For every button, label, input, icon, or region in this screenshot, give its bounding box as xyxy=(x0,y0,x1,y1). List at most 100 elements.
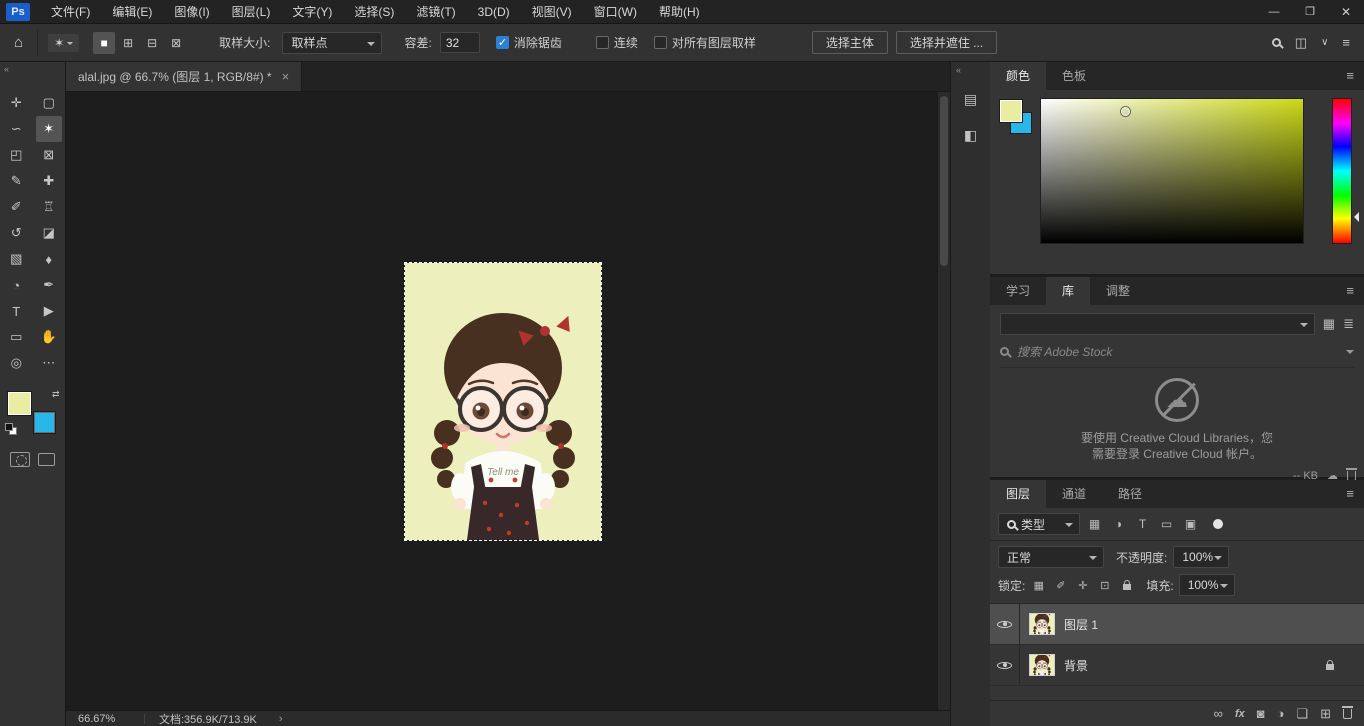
pixel-filter-icon[interactable]: ▦ xyxy=(1085,515,1104,534)
canvas-vertical-scrollbar[interactable] xyxy=(937,92,950,710)
workspace-chevron-icon[interactable]: ∨ xyxy=(1321,37,1328,48)
menu-layer[interactable]: 图层(L) xyxy=(221,0,282,24)
swap-colors-icon[interactable]: ⇄ xyxy=(52,389,60,400)
lock-artboard-icon[interactable]: ⊡ xyxy=(1096,577,1113,594)
tab-channels[interactable]: 通道 xyxy=(1046,480,1102,508)
shape-tool-icon[interactable]: ▭ xyxy=(0,324,33,350)
minimize-button[interactable]: — xyxy=(1256,0,1292,24)
type-tool-icon[interactable]: T xyxy=(0,298,33,324)
dodge-tool-icon[interactable]: ◔ xyxy=(0,272,33,298)
layer-name[interactable]: 背景 xyxy=(1064,657,1088,674)
lasso-tool-icon[interactable]: ∽ xyxy=(0,116,33,142)
menu-help[interactable]: 帮助(H) xyxy=(648,0,711,24)
grid-view-icon[interactable]: ▦ xyxy=(1323,316,1335,332)
menu-3d[interactable]: 3D(D) xyxy=(467,0,521,24)
layer-style-icon[interactable]: fx xyxy=(1235,708,1245,720)
shape-filter-icon[interactable]: ▭ xyxy=(1157,515,1176,534)
new-selection-icon[interactable]: ■ xyxy=(93,32,115,54)
tab-paths[interactable]: 路径 xyxy=(1102,480,1158,508)
magic-wand-tool-icon[interactable]: ✶ xyxy=(36,116,63,142)
crop-tool-icon[interactable]: ◰ xyxy=(0,142,33,168)
menu-file[interactable]: 文件(F) xyxy=(40,0,101,24)
restore-button[interactable]: ❐ xyxy=(1292,0,1328,24)
search-icon[interactable] xyxy=(1272,38,1281,47)
current-tool-preset[interactable]: ✶ xyxy=(48,34,79,52)
history-panel-icon[interactable]: ▤ xyxy=(959,87,983,111)
subtract-from-selection-icon[interactable]: ⊟ xyxy=(141,32,163,54)
type-filter-icon[interactable]: T xyxy=(1133,515,1152,534)
dock-collapse-icon[interactable]: « xyxy=(951,62,990,75)
zoom-tool-icon[interactable]: ◎ xyxy=(0,350,33,376)
blur-tool-icon[interactable]: ♦ xyxy=(33,246,66,272)
screen-mode-icon[interactable] xyxy=(38,453,55,466)
link-layers-icon[interactable]: ∞ xyxy=(1214,706,1223,721)
tab-swatches[interactable]: 色板 xyxy=(1046,62,1102,90)
clone-stamp-tool-icon[interactable]: ♖ xyxy=(33,194,66,220)
layer-row-background[interactable]: 背景 xyxy=(990,645,1364,686)
layer-thumbnail[interactable] xyxy=(1029,654,1055,676)
layer-row-layer1[interactable]: 图层 1 xyxy=(990,604,1364,645)
library-select-dropdown[interactable] xyxy=(1000,313,1315,335)
sample-size-dropdown[interactable]: 取样点 xyxy=(282,32,382,54)
home-icon[interactable]: ⌂ xyxy=(10,34,27,51)
delete-library-icon[interactable] xyxy=(1347,471,1356,481)
intersect-selection-icon[interactable]: ⊠ xyxy=(165,32,187,54)
library-search[interactable]: 搜索 Adobe Stock xyxy=(1000,343,1354,368)
tab-close-icon[interactable]: × xyxy=(282,69,290,84)
adjustment-filter-icon[interactable]: ◑ xyxy=(1109,515,1128,534)
eraser-tool-icon[interactable]: ◪ xyxy=(33,220,66,246)
panel-menu-icon[interactable]: ≡ xyxy=(1336,480,1364,508)
menu-filter[interactable]: 滤镜(T) xyxy=(405,0,466,24)
workspace-icon[interactable]: ◫ xyxy=(1295,35,1307,51)
status-chevron-icon[interactable]: › xyxy=(279,713,283,725)
tab-adjustments[interactable]: 调整 xyxy=(1090,277,1146,305)
panel-menu-icon[interactable]: ≡ xyxy=(1342,35,1350,50)
new-layer-icon[interactable]: ⊞ xyxy=(1320,706,1331,722)
background-color-swatch[interactable] xyxy=(33,411,56,434)
path-select-tool-icon[interactable]: ▶ xyxy=(33,298,66,324)
foreground-color-swatch[interactable] xyxy=(1000,100,1022,122)
color-picker-cursor[interactable] xyxy=(1121,107,1130,116)
lock-position-icon[interactable]: ✛ xyxy=(1074,577,1091,594)
scrollbar-thumb[interactable] xyxy=(940,96,948,266)
history-brush-tool-icon[interactable]: ↺ xyxy=(0,220,33,246)
pen-tool-icon[interactable]: ✒ xyxy=(33,272,66,298)
gradient-tool-icon[interactable]: ▧ xyxy=(0,246,33,272)
fill-dropdown[interactable]: 100% xyxy=(1179,574,1235,596)
brush-tool-icon[interactable]: ✐ xyxy=(0,194,33,220)
lock-pixels-icon[interactable]: ✐ xyxy=(1052,577,1069,594)
edit-toolbar-icon[interactable]: ⋯ xyxy=(33,350,66,376)
anti-alias-checkbox[interactable] xyxy=(496,36,509,49)
default-colors-icon[interactable] xyxy=(5,423,17,435)
zoom-level-field[interactable]: 66.67% xyxy=(78,713,130,725)
tab-libraries[interactable]: 库 xyxy=(1046,277,1090,305)
layer-filter-dropdown[interactable]: 类型 xyxy=(998,513,1080,535)
panel-menu-icon[interactable]: ≡ xyxy=(1336,277,1364,305)
add-mask-icon[interactable]: ◙ xyxy=(1257,706,1265,721)
delete-layer-icon[interactable] xyxy=(1343,709,1352,719)
tab-color[interactable]: 颜色 xyxy=(990,62,1046,90)
panel-menu-icon[interactable]: ≡ xyxy=(1336,62,1364,90)
eyedropper-tool-icon[interactable]: ✎ xyxy=(0,168,33,194)
marquee-tool-icon[interactable]: ▢ xyxy=(33,90,66,116)
frame-tool-icon[interactable]: ⊠ xyxy=(33,142,66,168)
foreground-color-swatch[interactable] xyxy=(8,392,31,415)
smart-object-filter-icon[interactable]: ▣ xyxy=(1181,515,1200,534)
spot-healing-tool-icon[interactable]: ✚ xyxy=(33,168,66,194)
tab-learn[interactable]: 学习 xyxy=(990,277,1046,305)
menu-select[interactable]: 选择(S) xyxy=(343,0,405,24)
contiguous-checkbox[interactable] xyxy=(596,36,609,49)
menu-type[interactable]: 文字(Y) xyxy=(281,0,343,24)
saturation-brightness-field[interactable] xyxy=(1040,98,1304,244)
opacity-dropdown[interactable]: 100% xyxy=(1173,546,1229,568)
lock-all-icon[interactable] xyxy=(1118,577,1135,594)
add-to-selection-icon[interactable]: ⊞ xyxy=(117,32,139,54)
document-tab[interactable]: alal.jpg @ 66.7% (图层 1, RGB/8#) * × xyxy=(66,62,302,91)
move-tool-icon[interactable]: ✛ xyxy=(0,90,33,116)
menu-window[interactable]: 窗口(W) xyxy=(583,0,648,24)
select-subject-button[interactable]: 选择主体 xyxy=(812,31,888,54)
layer-visibility-cell[interactable] xyxy=(990,604,1020,644)
quick-mask-icon[interactable] xyxy=(10,452,30,467)
hue-slider-handle[interactable] xyxy=(1349,212,1359,222)
hand-tool-icon[interactable]: ✋ xyxy=(33,324,66,350)
